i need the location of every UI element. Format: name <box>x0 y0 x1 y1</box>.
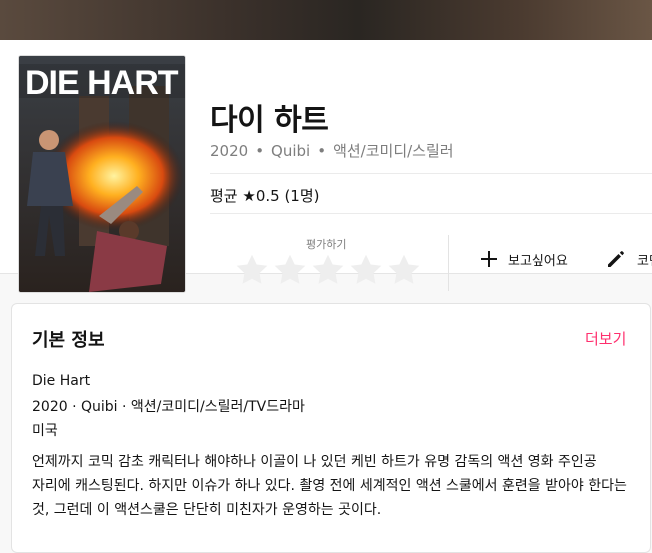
star-2-icon[interactable] <box>272 252 308 288</box>
movie-platform: Quibi <box>271 142 311 160</box>
hero-background <box>0 0 652 40</box>
movie-header-card: DIE HART 다이 하트 2020 • Quibi • 액션/코미디/스릴러 평균 … <box>0 40 652 293</box>
star-1-icon[interactable] <box>234 252 270 288</box>
comment-button[interactable]: 코멘트 <box>605 248 652 270</box>
rating-stars[interactable] <box>234 252 422 288</box>
movie-year: 2020 <box>210 142 249 160</box>
plus-icon <box>481 251 497 267</box>
movie-meta: 2020 • Quibi • 액션/코미디/스릴러 <box>210 140 454 161</box>
rate-label: 평가하기 <box>306 238 347 251</box>
poster-image: DIE HART <box>19 56 185 292</box>
meta-separator: • <box>255 142 265 160</box>
divider <box>210 173 652 174</box>
info-meta-line: 2020 · Quibi · 액션/코미디/스릴러/TV드라마 <box>32 399 305 415</box>
svg-text:DIE HART: DIE HART <box>25 64 179 102</box>
want-to-watch-button[interactable]: 보고싶어요 <box>478 248 568 270</box>
original-title: Die Hart <box>32 373 91 389</box>
action-divider <box>448 235 449 291</box>
basic-info-card: 기본 정보 더보기 Die Hart 2020 · Quibi · 액션/코미디… <box>11 303 651 553</box>
synopsis: 언제까지 코믹 감초 캐릭터나 해야하나 이골이 나 있던 케빈 하트가 유명 … <box>32 454 627 518</box>
star-5-icon[interactable] <box>386 252 422 288</box>
pencil-icon <box>608 251 624 267</box>
divider <box>210 213 652 214</box>
want-to-watch-label: 보고싶어요 <box>508 253 568 269</box>
movie-poster[interactable]: DIE HART <box>18 55 186 293</box>
movie-title: 다이 하트 <box>210 103 329 138</box>
section-title: 기본 정보 <box>32 330 105 351</box>
star-4-icon[interactable] <box>348 252 384 288</box>
country: 미국 <box>32 423 58 439</box>
average-rating: 평균 ★0.5 (1명) <box>210 187 320 205</box>
meta-separator: • <box>317 142 327 160</box>
movie-genres: 액션/코미디/스릴러 <box>333 142 454 160</box>
comment-label: 코멘트 <box>637 253 652 269</box>
star-3-icon[interactable] <box>310 252 346 288</box>
more-link[interactable]: 더보기 <box>585 328 626 349</box>
